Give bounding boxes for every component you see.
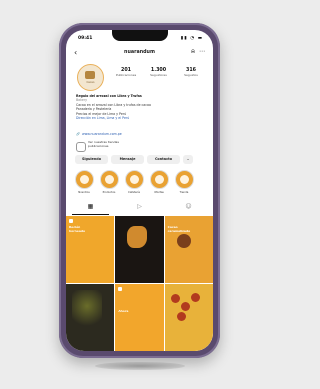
highlight-item[interactable]: Ofertas: [149, 170, 169, 194]
profile-action-buttons: Siguiendo Mensaje Contacto ⌄: [75, 155, 210, 164]
post-tile[interactable]: Cacao caramelizado: [164, 216, 213, 283]
highlight-label: Ofertas: [154, 191, 164, 194]
post-image-fruit: [176, 312, 186, 321]
bio-location-link[interactable]: Dirección en Lima, Lima y el Perú: [76, 116, 203, 120]
message-button[interactable]: Mensaje: [111, 155, 144, 164]
profile-bio: Regalo del arrozal con Libra y Trufas Ba…: [76, 94, 203, 120]
notification-bell-icon[interactable]: ⍾: [191, 48, 195, 56]
post-image-cacao: [176, 234, 191, 248]
post-tile[interactable]: [66, 284, 115, 351]
highlight-cover: [124, 170, 144, 189]
website-link-row[interactable]: 🔗 www.nuarandum.com.pe: [76, 132, 203, 136]
link-icon: 🔗: [76, 132, 80, 136]
highlight-label: Nosotros: [78, 191, 90, 194]
highlight-cover: [174, 170, 194, 189]
status-icons: ▮▮ ◔ ▬: [180, 36, 203, 41]
phone-shadow: [95, 362, 185, 370]
post-image-tree: [72, 290, 102, 330]
website-link[interactable]: www.nuarandum.com.pe: [82, 132, 122, 136]
highlight-label: Tienda: [179, 191, 189, 194]
threads-text: Ver nuestras tiendas publicaciones: [88, 140, 119, 149]
posts-grid: Recién horneado Cacao caramelizado Ahora: [66, 216, 213, 351]
highlight-label: Cafetería: [128, 191, 140, 194]
following-button[interactable]: Siguiendo: [75, 155, 108, 164]
stat-following-label: Seguidos: [184, 73, 198, 77]
story-highlights: Nosotros Productos Cafetería Ofertas Tie…: [74, 170, 213, 194]
highlight-cover: [99, 170, 119, 189]
more-dropdown-button[interactable]: ⌄: [183, 155, 193, 164]
post-image-fruit: [170, 294, 180, 303]
profile-tabs: ▦ ▷ ☺: [66, 203, 213, 215]
more-options-icon[interactable]: ⋯: [199, 48, 205, 55]
post-tile[interactable]: Ahora: [115, 284, 164, 351]
highlight-item[interactable]: Tienda: [174, 170, 194, 194]
threads-icon: [76, 142, 86, 152]
tab-grid-icon[interactable]: ▦: [66, 203, 115, 215]
pinned-icon: [69, 219, 73, 223]
profile-nav-bar: ‹ nuarandum ⍾ ⋯: [74, 48, 205, 59]
avatar[interactable]: Cacao: [77, 64, 104, 91]
profile-stats: 201 Publicaciones 1.300 Seguidores 316 S…: [112, 68, 205, 77]
highlight-label: Productos: [102, 191, 116, 194]
post-image-fruit: [180, 302, 190, 311]
status-bar: 09:41 ▮▮ ◔ ▬: [78, 36, 203, 44]
threads-badge[interactable]: Ver nuestras tiendas publicaciones: [76, 140, 203, 152]
post-tile[interactable]: [164, 284, 213, 351]
highlight-cover: [149, 170, 169, 189]
stat-followers-label: Seguidores: [150, 73, 167, 77]
highlight-item[interactable]: Nosotros: [74, 170, 94, 194]
highlight-item[interactable]: Cafetería: [124, 170, 144, 194]
highlight-item[interactable]: Productos: [99, 170, 119, 194]
phone-frame: 09:41 ▮▮ ◔ ▬ ‹ nuarandum ⍾ ⋯ Cacao 201 P…: [59, 23, 220, 358]
post-caption: Recién horneado: [69, 225, 86, 233]
post-tile[interactable]: Recién horneado: [66, 216, 115, 283]
stat-following[interactable]: 316 Seguidos: [177, 68, 205, 77]
stat-followers[interactable]: 1.300 Seguidores: [145, 68, 173, 77]
status-time: 09:41: [78, 36, 93, 41]
threads-line: publicaciones: [88, 143, 109, 148]
post-tile[interactable]: [115, 216, 164, 283]
highlight-cover: [74, 170, 94, 189]
stat-posts-label: Publicaciones: [115, 73, 137, 77]
post-caption: Ahora: [118, 309, 129, 313]
contact-button[interactable]: Contacto: [147, 155, 180, 164]
avatar-logo-icon: [85, 71, 95, 79]
stat-posts[interactable]: 201 Publicaciones: [112, 68, 140, 77]
tab-tagged-icon[interactable]: ☺: [164, 203, 213, 213]
post-caption: Cacao caramelizado: [167, 225, 191, 233]
profile-username: nuarandum: [124, 50, 155, 55]
post-image-chocolate: [127, 226, 148, 248]
tab-reels-icon[interactable]: ▷: [115, 203, 164, 213]
avatar-text: Cacao: [86, 81, 95, 84]
pinned-icon: [118, 287, 123, 291]
phone-screen: 09:41 ▮▮ ◔ ▬ ‹ nuarandum ⍾ ⋯ Cacao 201 P…: [66, 30, 213, 351]
post-image-fruit: [190, 293, 200, 302]
